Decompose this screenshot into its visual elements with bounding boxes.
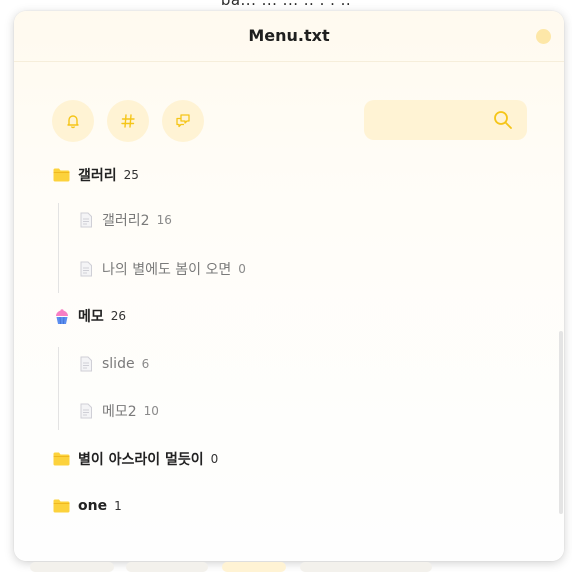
document-icon bbox=[77, 356, 94, 373]
search-box bbox=[364, 100, 527, 140]
scrollbar-thumb[interactable] bbox=[559, 331, 563, 514]
folder-icon bbox=[53, 451, 70, 468]
item-count: 16 bbox=[156, 213, 172, 227]
background-tab bbox=[222, 562, 286, 572]
folder-label: 갤러리 bbox=[78, 168, 117, 184]
document-icon bbox=[77, 403, 94, 420]
notifications-button[interactable] bbox=[52, 100, 94, 142]
comments-button[interactable] bbox=[162, 100, 204, 142]
file-spring-on-my-star[interactable]: 나의 별에도 봄이 오면 0 bbox=[77, 257, 246, 281]
folder-icon bbox=[53, 498, 70, 515]
bell-icon bbox=[67, 115, 79, 129]
hash-icon bbox=[121, 114, 135, 128]
background-tab bbox=[126, 562, 208, 572]
background-tab bbox=[300, 562, 432, 572]
title-bar[interactable]: Menu.txt bbox=[14, 11, 564, 62]
background-tab bbox=[30, 562, 114, 572]
folder-label: one bbox=[78, 498, 108, 514]
tree-guide-line bbox=[58, 347, 59, 430]
item-count: 6 bbox=[141, 357, 150, 371]
cupcake-icon bbox=[53, 308, 70, 325]
file-label: 메모2 bbox=[102, 404, 137, 420]
chat-bubbles-icon bbox=[176, 114, 190, 128]
item-count: 25 bbox=[123, 168, 139, 182]
folder-memo[interactable]: 메모 26 bbox=[53, 304, 126, 328]
search-input[interactable] bbox=[374, 108, 488, 134]
background-toolbar bbox=[0, 560, 572, 572]
background-window-title: ba... ... ... .. . . .. bbox=[220, 0, 352, 9]
folder-one[interactable]: one 1 bbox=[53, 494, 122, 518]
file-slide[interactable]: slide 6 bbox=[77, 352, 149, 376]
close-button[interactable] bbox=[536, 29, 551, 44]
document-icon bbox=[77, 212, 94, 229]
item-count: 1 bbox=[114, 499, 122, 513]
folder-label: 메모 bbox=[78, 309, 104, 325]
item-count: 26 bbox=[110, 309, 127, 323]
folder-far-like-stars[interactable]: 별이 아스라이 멀듯이 0 bbox=[53, 447, 218, 471]
item-count: 0 bbox=[238, 262, 246, 276]
file-label: 갤러리2 bbox=[102, 213, 150, 229]
file-label: 나의 별에도 봄이 오면 bbox=[102, 262, 232, 278]
document-icon bbox=[77, 261, 94, 278]
file-label: slide bbox=[102, 356, 135, 372]
menu-window: Menu.txt 갤러리 25 갤러리2 16 나의 별에도 봄이 오면 0 메… bbox=[14, 11, 564, 561]
search-icon[interactable] bbox=[493, 110, 513, 130]
file-memo2[interactable]: 메모2 10 bbox=[77, 399, 159, 423]
file-gallery2[interactable]: 갤러리2 16 bbox=[77, 208, 172, 232]
folder-gallery[interactable]: 갤러리 25 bbox=[53, 163, 139, 187]
window-title: Menu.txt bbox=[248, 26, 330, 45]
tags-button[interactable] bbox=[107, 100, 149, 142]
folder-label: 별이 아스라이 멀듯이 bbox=[78, 452, 204, 468]
item-count: 0 bbox=[210, 452, 219, 466]
folder-icon bbox=[53, 167, 70, 184]
item-count: 10 bbox=[143, 404, 159, 418]
tree-guide-line bbox=[58, 203, 59, 293]
